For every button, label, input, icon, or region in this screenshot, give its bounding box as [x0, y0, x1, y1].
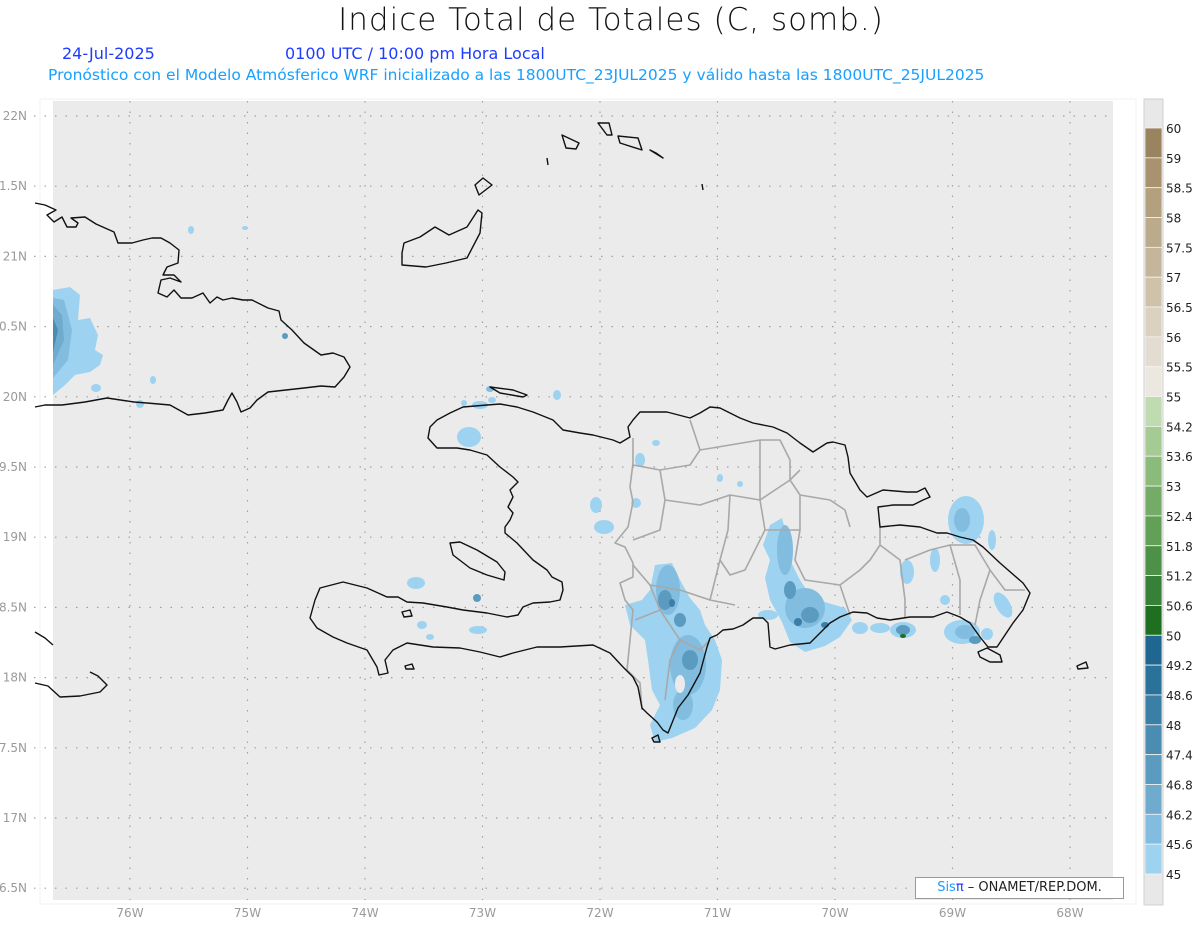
colorbar-swatch — [1144, 545, 1163, 577]
colorbar-label: 57 — [1166, 271, 1181, 285]
colorbar-swatch — [1144, 425, 1163, 457]
lat-tick-label: 9.5N — [0, 460, 27, 474]
credit-box: Sisπ – ONAMET/REP.DOM. — [915, 877, 1124, 899]
colorbar-label: 57.5 — [1166, 241, 1193, 255]
lat-tick-label: 1.5N — [0, 179, 27, 193]
colorbar-swatch — [1144, 664, 1163, 696]
colorbar-label: 58 — [1166, 212, 1181, 226]
colorbar-swatch — [1144, 694, 1163, 726]
weather-map: 76W 75W 74W 73W 72W 71W 70W 69W 68W 22N 1.5N 21N 0.5… — [0, 98, 1193, 920]
colorbar-swatch — [1144, 187, 1163, 218]
lat-tick-label: 8.5N — [0, 600, 27, 614]
colorbar-swatch — [1144, 605, 1163, 636]
map-plot-area — [53, 101, 1113, 900]
lon-tick-label: 76W — [116, 906, 143, 920]
colorbar-label: 53 — [1166, 480, 1181, 494]
lat-tick-label: 6.5N — [0, 881, 27, 895]
colorbar-swatch — [1144, 306, 1163, 338]
colorbar-label: 45.6 — [1166, 838, 1193, 852]
colorbar-label: 59 — [1166, 152, 1181, 166]
lon-tick-label: 75W — [234, 906, 261, 920]
lon-tick-label: 69W — [939, 906, 966, 920]
lon-tick-label: 70W — [821, 906, 848, 920]
colorbar-label: 60 — [1166, 122, 1181, 136]
colorbar-swatch — [1144, 366, 1163, 397]
colorbar-swatch — [1144, 515, 1163, 547]
colorbar-swatch — [1144, 485, 1163, 517]
colorbar-label: 47.4 — [1166, 749, 1193, 763]
colorbar-label: 48 — [1166, 719, 1181, 733]
colorbar-label: 53.6 — [1166, 450, 1193, 464]
lat-tick-label: 18N — [3, 671, 27, 685]
colorbar-swatch — [1144, 127, 1163, 159]
colorbar-label: 50.6 — [1166, 599, 1193, 613]
colorbar-label: 49.2 — [1166, 659, 1193, 673]
colorbar-label: 52.4 — [1166, 510, 1193, 524]
colorbar-swatch — [1144, 396, 1163, 427]
colorbar-label: 48.6 — [1166, 689, 1193, 703]
colorbar-label: 51.8 — [1166, 540, 1193, 554]
sispi-logo-sis: Sis — [937, 880, 956, 895]
lat-tick-label: 19N — [3, 530, 27, 544]
lat-tick-label: 22N — [3, 109, 27, 123]
colorbar-swatch — [1144, 724, 1163, 756]
colorbar-label: 56 — [1166, 331, 1181, 345]
colorbar-swatch — [1144, 843, 1163, 875]
lon-tick-label: 71W — [704, 906, 731, 920]
colorbar-swatch — [1144, 217, 1163, 248]
lat-tick-label: 20N — [3, 390, 27, 404]
colorbar-label: 56.5 — [1166, 301, 1193, 315]
colorbar-label: 55 — [1166, 391, 1181, 405]
lat-tick-label: 0.5N — [0, 320, 27, 334]
lat-tick-label: 17N — [3, 811, 27, 825]
lon-tick-label: 68W — [1056, 906, 1083, 920]
colorbar-label: 45 — [1166, 868, 1181, 882]
colorbar-swatch — [1144, 336, 1163, 368]
colorbar-swatch — [1144, 813, 1163, 845]
sispi-logo-pi: π — [955, 880, 964, 895]
colorbar-legend: 60 59 58.5 58 57.5 57 56.5 56 55.5 55 54.2 53.6 53 52… — [1143, 98, 1193, 906]
lat-tick-label: 21N — [3, 249, 27, 263]
colorbar-swatch — [1144, 157, 1163, 189]
colorbar-swatch — [1144, 754, 1163, 785]
colorbar-swatch — [1144, 634, 1163, 666]
lon-tick-label: 74W — [351, 906, 378, 920]
colorbar-swatch — [1144, 246, 1163, 278]
colorbar-swatch — [1144, 276, 1163, 308]
colorbar-label: 54.2 — [1166, 420, 1193, 434]
colorbar-label: 46.8 — [1166, 778, 1193, 792]
colorbar-label: 51.2 — [1166, 570, 1193, 584]
colorbar-swatch — [1144, 784, 1163, 815]
colorbar-swatch — [1144, 575, 1163, 606]
lon-tick-label: 73W — [469, 906, 496, 920]
colorbar-label: 46.2 — [1166, 808, 1193, 822]
colorbar-label: 55.5 — [1166, 361, 1193, 375]
colorbar-label: 58.5 — [1166, 182, 1193, 196]
credit-org: – ONAMET/REP.DOM. — [963, 880, 1102, 895]
lon-tick-label: 72W — [586, 906, 613, 920]
lat-tick-label: 7.5N — [0, 741, 27, 755]
colorbar-label: 50 — [1166, 629, 1181, 643]
colorbar-swatch — [1144, 455, 1163, 487]
